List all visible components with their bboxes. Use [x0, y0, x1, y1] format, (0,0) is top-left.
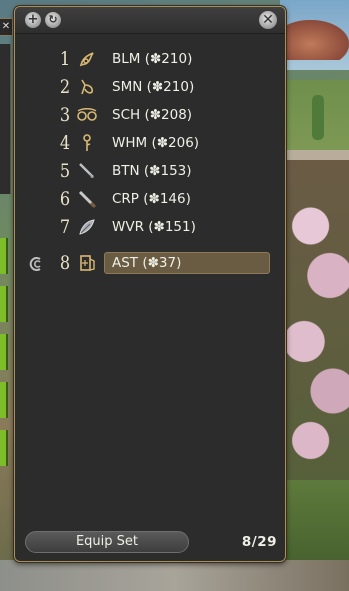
smn-job-icon: [76, 76, 98, 98]
gearset-label: WVR (✽151): [112, 219, 196, 235]
gearset-number: 7: [59, 216, 71, 238]
gearset-row-6[interactable]: 6 CRP (✽146): [15, 187, 285, 211]
background-cactus: [312, 95, 324, 140]
gearset-number: 4: [59, 132, 71, 154]
gearset-row-4[interactable]: 4 WHM (✽206): [15, 131, 285, 155]
hp-bar: [0, 286, 8, 322]
sch-job-icon: [76, 104, 98, 126]
gearset-row-5[interactable]: 5 BTN (✽153): [15, 159, 285, 183]
background-floor: [0, 560, 349, 591]
gearset-number: 8: [59, 252, 71, 274]
crp-job-icon: [76, 188, 98, 210]
gearset-number: 6: [59, 188, 71, 210]
hp-bar: [0, 430, 8, 466]
partial-panel: [0, 44, 11, 194]
ast-job-icon: [76, 252, 98, 274]
gearset-number: 2: [59, 76, 71, 98]
close-icon[interactable]: ✕: [259, 11, 277, 29]
gearset-count: 8/29: [241, 534, 277, 550]
gearset-row-3[interactable]: 3 SCH (✽208): [15, 103, 285, 127]
hp-bar: [0, 238, 8, 274]
plus-icon[interactable]: +: [25, 12, 41, 28]
gearset-row-8[interactable]: 8 AST (✽37): [15, 251, 285, 275]
refresh-icon[interactable]: ↻: [45, 12, 61, 28]
gearset-row-7[interactable]: 7 WVR (✽151): [15, 215, 285, 239]
gearset-row-1[interactable]: 1 BLM (✽210): [15, 47, 285, 71]
background-roof: [285, 20, 349, 60]
gearset-label: CRP (✽146): [112, 191, 191, 207]
current-set-indicator-icon: [29, 256, 43, 271]
gearset-number: 3: [59, 104, 71, 126]
window-titlebar[interactable]: + ↻ ✕: [15, 7, 285, 34]
gearset-label: SMN (✽210): [112, 79, 195, 95]
partial-close-icon[interactable]: ✕: [0, 18, 13, 36]
gearset-row-2[interactable]: 2 SMN (✽210): [15, 75, 285, 99]
gearset-label: SCH (✽208): [112, 107, 193, 123]
whm-job-icon: [76, 132, 98, 154]
gearset-label: AST (✽37): [104, 252, 270, 274]
gear-set-window: + ↻ ✕ 1 BLM (✽210) 2 SMN (✽210) 3 SCH (✽…: [14, 6, 286, 562]
blm-job-icon: [76, 48, 98, 70]
gearset-label: BTN (✽153): [112, 163, 192, 179]
btn-job-icon: [76, 160, 98, 182]
equip-set-button[interactable]: Equip Set: [25, 531, 189, 553]
gearset-label: BLM (✽210): [112, 51, 193, 67]
hp-bar: [0, 382, 8, 418]
hp-bar: [0, 334, 8, 370]
gearset-label: WHM (✽206): [112, 135, 200, 151]
window-footer: Equip Set 8/29: [15, 525, 285, 561]
left-hud-partial: ✕: [0, 0, 14, 591]
background-cherry-tree: [285, 160, 349, 490]
gearset-number: 5: [59, 160, 71, 182]
wvr-job-icon: [76, 216, 98, 238]
gearset-number: 1: [59, 48, 71, 70]
